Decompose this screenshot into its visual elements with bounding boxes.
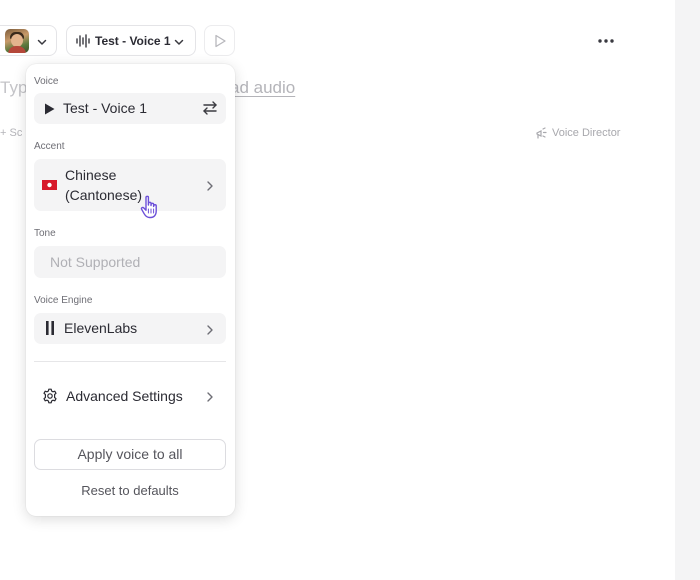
voice-engine-field[interactable]: ElevenLabs	[34, 313, 226, 344]
voice-director-icon	[536, 127, 547, 139]
advanced-settings-label: Advanced Settings	[66, 388, 183, 404]
advanced-settings-button[interactable]: Advanced Settings	[34, 384, 226, 408]
gear-icon	[42, 388, 58, 409]
reset-to-defaults-button[interactable]: Reset to defaults	[34, 481, 226, 501]
voice-engine-value: ElevenLabs	[64, 320, 138, 336]
hand-cursor-icon	[140, 195, 162, 226]
play-icon	[44, 102, 55, 120]
hong-kong-flag-icon	[42, 180, 57, 190]
voice-director-button[interactable]: Voice Director	[534, 127, 620, 139]
add-scene-button[interactable]: + Sc	[0, 127, 22, 139]
voice-director-label: Voice Director	[552, 127, 621, 139]
tone-field: Not Supported	[34, 246, 226, 278]
upload-audio-link[interactable]: ad audio	[230, 78, 295, 98]
avatar-selector-button[interactable]	[0, 25, 57, 56]
chevron-right-icon	[206, 179, 214, 197]
voice-selector-button[interactable]: Test - Voice 1	[66, 25, 196, 56]
avatar	[5, 29, 29, 53]
accent-field[interactable]: Chinese (Cantonese)	[34, 159, 226, 211]
chevron-down-icon	[173, 35, 185, 53]
voice-selector-label: Test - Voice 1	[95, 34, 171, 48]
swap-icon[interactable]	[202, 101, 218, 120]
elevenlabs-logo-icon	[45, 321, 55, 340]
accent-value-line2: (Cantonese)	[65, 187, 143, 203]
tone-field-value: Not Supported	[50, 254, 141, 270]
apply-voice-to-all-button[interactable]: Apply voice to all	[34, 439, 226, 470]
waveform-icon	[76, 34, 92, 53]
voice-section-label: Voice	[34, 76, 59, 87]
tone-section-label: Tone	[34, 228, 56, 239]
right-side-panel	[675, 0, 700, 580]
voice-settings-popup: Voice Test - Voice 1 Accent Chinese (Can…	[26, 64, 235, 516]
chevron-right-icon	[206, 323, 214, 341]
chevron-down-icon	[36, 35, 48, 53]
accent-value-line1: Chinese	[65, 167, 117, 183]
accent-section-label: Accent	[34, 141, 65, 152]
chevron-right-icon	[206, 390, 214, 408]
voice-field[interactable]: Test - Voice 1	[34, 93, 226, 124]
play-button[interactable]	[204, 25, 235, 56]
voice-field-value: Test - Voice 1	[63, 100, 148, 116]
more-options-button[interactable]	[596, 34, 616, 46]
script-input-placeholder[interactable]: Typ	[0, 78, 27, 98]
more-horizontal-icon	[596, 34, 616, 51]
divider	[34, 361, 226, 362]
voice-engine-section-label: Voice Engine	[34, 295, 93, 306]
